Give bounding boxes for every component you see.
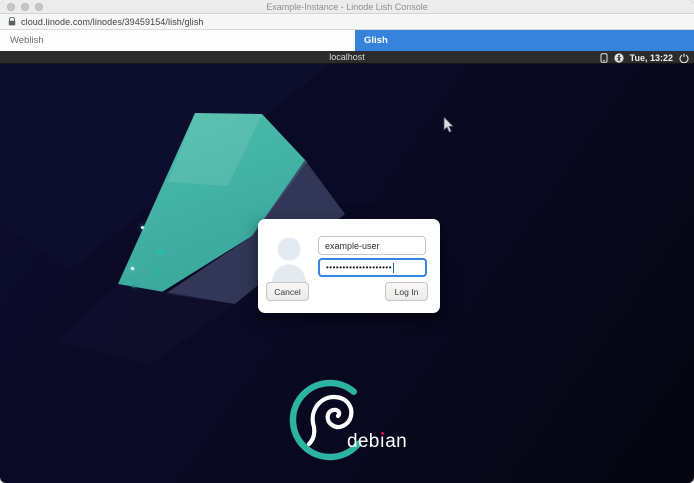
username-value: example-user xyxy=(325,241,380,251)
address-bar[interactable]: cloud.linode.com/linodes/39459154/lish/g… xyxy=(0,14,694,30)
lish-tab-bar: Weblish Glish xyxy=(0,30,694,51)
tab-weblish-label: Weblish xyxy=(10,35,44,46)
browser-window: Example-Instance - Linode Lish Console c… xyxy=(0,0,694,483)
glow-dot xyxy=(158,250,163,255)
glow-dot xyxy=(156,270,160,274)
gdm-desktop: example-user •••••••••••••••••••• Cancel… xyxy=(0,64,694,483)
clock-label[interactable]: Tue, 13:22 xyxy=(630,53,673,63)
hostname-label: localhost xyxy=(0,51,694,64)
cancel-button-label: Cancel xyxy=(274,287,300,297)
debian-wordmark: debıan xyxy=(347,431,407,453)
macos-titlebar: Example-Instance - Linode Lish Console xyxy=(0,0,694,14)
debian-swirl-logo xyxy=(285,364,385,474)
log-in-button[interactable]: Log In xyxy=(385,282,428,301)
debian-wordmark-i: ı xyxy=(380,431,386,452)
text-caret xyxy=(393,263,394,273)
tablet-icon[interactable] xyxy=(600,53,608,63)
tab-glish-label: Glish xyxy=(364,35,388,46)
url-text[interactable]: cloud.linode.com/linodes/39459154/lish/g… xyxy=(21,17,204,27)
password-masked-value: •••••••••••••••••••• xyxy=(326,260,392,275)
log-in-button-label: Log In xyxy=(395,287,419,297)
accessibility-icon[interactable] xyxy=(614,53,624,63)
debian-wordmark-part: deb xyxy=(347,431,380,452)
glow-dot xyxy=(141,226,144,229)
debian-wordmark-part: an xyxy=(385,431,407,452)
glow-dot xyxy=(132,284,136,288)
window-title: Example-Instance - Linode Lish Console xyxy=(0,0,694,14)
gnome-top-bar: localhost Tue, 13:22 xyxy=(0,51,694,64)
tab-weblish[interactable]: Weblish xyxy=(0,30,355,51)
login-dialog: example-user •••••••••••••••••••• Cancel… xyxy=(258,219,440,313)
cancel-button[interactable]: Cancel xyxy=(266,282,309,301)
mouse-cursor-icon xyxy=(443,117,454,138)
lock-icon xyxy=(8,17,16,26)
password-field[interactable]: •••••••••••••••••••• xyxy=(318,258,427,277)
glow-dot xyxy=(131,267,134,270)
username-field[interactable]: example-user xyxy=(318,236,426,255)
power-icon[interactable] xyxy=(679,53,689,63)
tab-glish[interactable]: Glish xyxy=(355,30,694,51)
